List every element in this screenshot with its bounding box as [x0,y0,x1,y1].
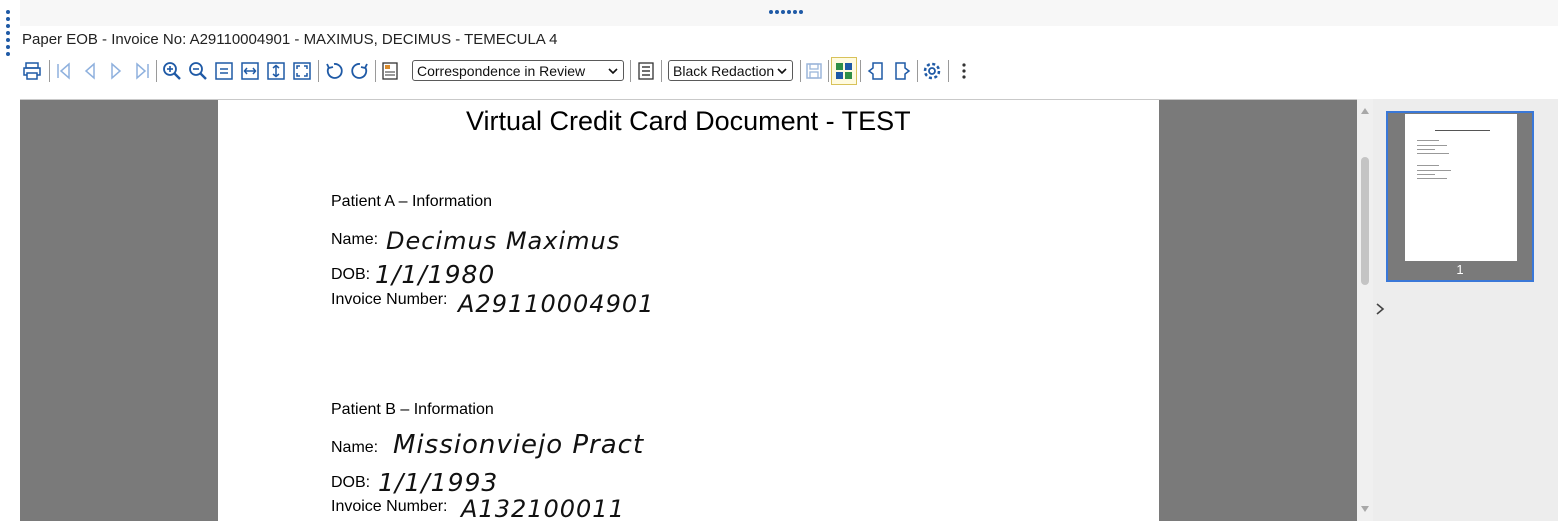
patient-b-dob-label: DOB: [331,474,371,491]
page-left-icon [867,62,883,80]
toolbar-separator [948,60,949,82]
rotate-right-button[interactable] [348,58,372,84]
first-page-icon [57,62,70,80]
scroll-down-icon[interactable] [1360,505,1370,513]
fit-page-icon [215,62,233,80]
patient-a-heading: Patient A – Information [331,193,492,210]
zoom-out-icon [189,62,207,80]
page-thumbnail[interactable]: 1 [1386,111,1534,282]
patient-a-dob-value: 1/1/1980 [375,260,496,289]
toolbar-separator [661,60,662,82]
vertical-scrollbar[interactable] [1357,99,1373,521]
toolbar-separator [860,60,861,82]
expand-icon [293,62,311,80]
previous-page-button[interactable] [78,58,102,84]
fit-height-icon [267,62,285,80]
thumbnails-panel: 1 [1373,99,1558,521]
fit-height-button[interactable] [264,58,288,84]
fit-width-icon [241,62,259,80]
toolbar-separator [375,60,376,82]
patient-b-heading: Patient B – Information [331,401,494,418]
patient-a-dob-label: DOB: [331,266,371,283]
first-page-button[interactable] [52,58,76,84]
rotate-cw-icon [351,63,368,79]
last-page-button[interactable] [130,58,154,84]
side-drag-handle-icon[interactable] [6,10,10,56]
printer-icon [23,62,41,80]
toolbar-separator [630,60,631,82]
patient-b-invoice-value: A132100011 [461,495,625,522]
toolbar-separator [318,60,319,82]
patient-a-invoice-value: A29110004901 [458,290,655,318]
window-title: Paper EOB - Invoice No: A29110004901 - M… [22,31,558,48]
status-select[interactable]: Correspondence in Review [412,60,624,81]
kebab-icon [962,63,966,79]
zoom-out-button[interactable] [186,58,210,84]
document-icon [382,62,398,80]
viewer-toolbar: Correspondence in Review Black Redaction [20,57,980,85]
status-select-value: Correspondence in Review [417,62,586,79]
list-icon [638,62,654,80]
patient-a-name-label: Name: [331,231,379,248]
toolbar-separator [49,60,50,82]
redaction-select[interactable]: Black Redaction [668,60,793,81]
patient-b-dob-value: 1/1/1993 [378,468,499,497]
next-icon [111,62,122,80]
rotate-ccw-icon [326,63,343,79]
annotations-button[interactable] [634,58,658,84]
patient-b-name-value: Missionviejo Pract [393,430,645,460]
save-button[interactable] [802,58,826,84]
chevron-down-icon [608,68,618,75]
document-page: Virtual Credit Card Document - TEST Pati… [218,100,1159,522]
document-viewer[interactable]: Virtual Credit Card Document - TEST Pati… [20,99,1357,522]
fit-width-button[interactable] [238,58,262,84]
more-options-button[interactable] [952,58,976,84]
thumbnails-icon [836,63,852,79]
scroll-up-icon[interactable] [1360,107,1370,115]
redaction-select-value: Black Redaction [673,62,775,79]
thumbnails-toggle-button[interactable] [831,57,857,85]
toolbar-separator [800,60,801,82]
bottom-edge [0,521,1558,525]
previous-icon [84,62,95,80]
chevron-down-icon [777,68,787,75]
last-page-icon [136,62,149,80]
zoom-in-button[interactable] [160,58,184,84]
fit-page-button[interactable] [212,58,236,84]
drag-handle-icon[interactable] [769,10,803,18]
page-after-button[interactable] [890,58,914,84]
patient-a-name-value: Decimus Maximus [386,227,621,255]
thumbnail-page-number: 1 [1456,262,1464,277]
document-title: Virtual Credit Card Document - TEST [466,106,911,136]
settings-button[interactable] [920,58,944,84]
print-button[interactable] [20,58,44,84]
chevron-right-icon[interactable] [1373,302,1387,316]
patient-b-invoice-label: Invoice Number: [331,498,448,515]
gear-icon [923,62,941,80]
rotate-left-button[interactable] [322,58,346,84]
toolbar-separator [917,60,918,82]
page-before-button[interactable] [864,58,888,84]
patient-a-invoice-label: Invoice Number: [331,291,448,308]
save-icon [806,63,822,79]
toolbar-separator [828,60,829,82]
next-page-button[interactable] [104,58,128,84]
page-right-icon [895,62,911,80]
toolbar-separator [156,60,157,82]
full-screen-button[interactable] [290,58,314,84]
zoom-in-icon [163,62,181,80]
patient-b-name-label: Name: [331,439,379,456]
document-properties-button[interactable] [378,58,402,84]
scrollbar-thumb[interactable] [1361,157,1369,285]
thumbnail-page-preview [1405,114,1517,261]
